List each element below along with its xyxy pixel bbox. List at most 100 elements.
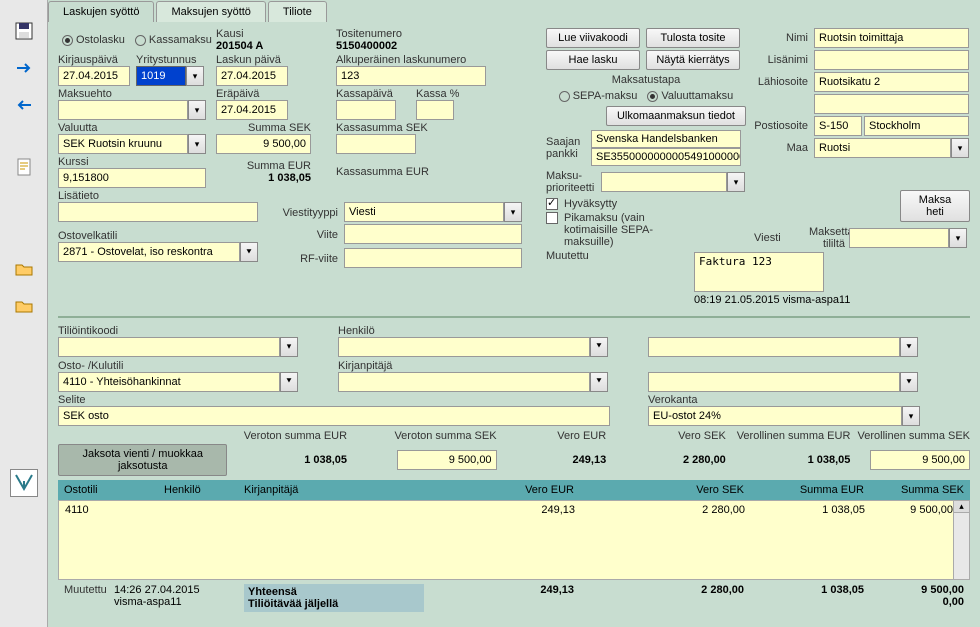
radio-sepa[interactable]: SEPA-maksu — [559, 90, 638, 102]
radio-kassamaksu-label: Kassamaksu — [149, 34, 212, 46]
lahiosoite2-input[interactable] — [814, 94, 969, 114]
maksuehto-label: Maksuehto — [58, 88, 112, 100]
maa-label: Maa — [787, 142, 808, 154]
kassapaiva-input[interactable] — [336, 100, 396, 120]
ostokulutili-input[interactable] — [58, 372, 280, 392]
verollinen-sek-input[interactable] — [870, 450, 970, 470]
viestityyppi-label: Viestityyppi — [283, 207, 338, 219]
sepa-label: SEPA-maksu — [573, 90, 638, 102]
table-row[interactable]: 4110 249,13 2 280,00 1 038,05 9 500,00 — [59, 501, 969, 519]
extra2-input[interactable] — [648, 372, 900, 392]
viestityyppi-dropdown-button[interactable]: ▾ — [504, 202, 522, 222]
tab-maksujen-syotto[interactable]: Maksujen syöttö — [156, 1, 265, 22]
gr-vero-eur: 249,13 — [425, 504, 575, 516]
yritystunnus-lookup-button[interactable]: ▾ — [186, 66, 204, 86]
kirjauspaiva-input[interactable] — [58, 66, 130, 86]
ostokulutili-dropdown-button[interactable]: ⯆ — [280, 372, 298, 392]
viite-input[interactable] — [344, 224, 522, 244]
maksuprioriteetti-input[interactable] — [601, 172, 727, 192]
lue-viivakoodi-button[interactable]: Lue viivakoodi — [546, 28, 640, 48]
viesti-textarea[interactable]: Faktura 123 — [694, 252, 824, 292]
arrow-left-icon[interactable] — [13, 94, 35, 116]
radio-ostolasku-label: Ostolasku — [76, 34, 125, 46]
kirjanpitaja-input[interactable] — [338, 372, 590, 392]
radio-valuuttamaksu[interactable]: Valuuttamaksu — [647, 90, 733, 102]
tiliointikoodi-input[interactable] — [58, 337, 280, 357]
maa-input[interactable] — [814, 138, 951, 158]
nayta-kierratys-button[interactable]: Näytä kierrätys — [646, 50, 740, 70]
selite-input[interactable] — [58, 406, 610, 426]
grid-scrollbar[interactable] — [953, 501, 969, 579]
verokanta-input[interactable] — [648, 406, 902, 426]
tiliointikoodi-dropdown-button[interactable]: ▾ — [280, 337, 298, 357]
alkuperainen-input[interactable] — [336, 66, 486, 86]
lisatieto-input[interactable] — [58, 202, 258, 222]
folder-icon[interactable] — [13, 295, 35, 317]
footer-yhteensa-label: Yhteensä — [248, 586, 420, 598]
extra1-dropdown-button[interactable]: ⯆ — [900, 337, 918, 357]
kassapct-input[interactable] — [416, 100, 454, 120]
kausi-label: Kausi — [216, 28, 244, 40]
maksatustapa-label: Maksatustapa — [612, 74, 680, 86]
lisanimi-input[interactable] — [814, 50, 969, 70]
vero-eur-value: 249,13 — [497, 454, 607, 466]
ulkomaanmaksun-tiedot-button[interactable]: Ulkomaanmaksun tiedot — [606, 106, 746, 126]
hyvaksytty-checkbox[interactable] — [546, 198, 558, 210]
ostovelkatili-dropdown-button[interactable]: ⯆ — [240, 242, 258, 262]
pankki2-value: SE3550000000005491000000 — [591, 148, 741, 166]
tulosta-tosite-button[interactable]: Tulosta tosite — [646, 28, 740, 48]
tab-tiliote[interactable]: Tiliote — [268, 1, 327, 22]
kassasumma-sek-input[interactable] — [336, 134, 416, 154]
rfviite-input[interactable] — [344, 248, 522, 268]
radio-kassamaksu[interactable]: Kassamaksu — [135, 34, 212, 46]
maa-dropdown-button[interactable]: ▾ — [951, 138, 969, 158]
kurssi-label: Kurssi — [58, 156, 89, 168]
postiosoite1-input[interactable] — [814, 116, 862, 136]
arrow-right-icon[interactable] — [13, 57, 35, 79]
extra2-dropdown-button[interactable]: ⯆ — [900, 372, 918, 392]
tab-laskujen-syotto[interactable]: Laskujen syöttö — [48, 1, 154, 22]
henkilo-dropdown-button[interactable]: ⯆ — [590, 337, 608, 357]
kirjanpitaja-dropdown-button[interactable]: ⯆ — [590, 372, 608, 392]
document-icon[interactable] — [13, 156, 35, 178]
summa-sek-input[interactable] — [216, 134, 311, 154]
maksettava-input[interactable] — [849, 228, 949, 248]
jaksota-button[interactable]: Jaksota vienti / muokkaa jaksotusta — [58, 444, 227, 476]
maksuehto-dropdown-button[interactable]: ▾ — [188, 100, 206, 120]
maksuehto-input[interactable] — [58, 100, 188, 120]
viestityyppi-input[interactable] — [344, 202, 504, 222]
maksettava-dropdown-button[interactable]: ▾ — [949, 228, 967, 248]
pikamaksu-checkbox[interactable] — [546, 212, 558, 224]
erapaiva-input[interactable] — [216, 100, 288, 120]
footer-v2: 2 280,00 — [574, 584, 744, 612]
lahiosoite-input[interactable] — [814, 72, 969, 92]
radio-ostolasku[interactable]: Ostolasku — [62, 34, 125, 46]
folder-open-icon[interactable] — [13, 258, 35, 280]
hae-lasku-button[interactable]: Hae lasku — [546, 50, 640, 70]
nimi-input[interactable] — [814, 28, 969, 48]
kirjanpitaja-label: Kirjanpitäjä — [338, 360, 392, 372]
lisatieto-label: Lisätieto — [58, 190, 99, 202]
footer-muutettu-label: Muutettu — [64, 584, 107, 596]
kurssi-input[interactable] — [58, 168, 206, 188]
logo-icon — [10, 469, 38, 497]
maksa-heti-button[interactable]: Maksa heti — [900, 190, 970, 222]
verokanta-dropdown-button[interactable]: ▾ — [902, 406, 920, 426]
veroton-eur-header: Veroton summa EUR — [244, 430, 347, 442]
extra1-input[interactable] — [648, 337, 900, 357]
valuutta-dropdown-button[interactable]: ▾ — [188, 134, 206, 154]
ostovelkatili-input[interactable] — [58, 242, 240, 262]
maksuprioriteetti-dropdown-button[interactable]: ▾ — [727, 172, 745, 192]
veroton-sek-input[interactable] — [397, 450, 497, 470]
summa-sek-label: Summa SEK — [216, 122, 311, 134]
maksuprioriteetti-label: Maksu-prioriteetti — [546, 170, 594, 194]
postiosoite2-input[interactable] — [864, 116, 969, 136]
tab-bar: Laskujen syöttö Maksujen syöttö Tiliote — [48, 0, 980, 22]
tiliointikoodi-label: Tiliöintikoodi — [58, 325, 118, 337]
gh-summa-eur: Summa EUR — [744, 484, 864, 496]
henkilo-input[interactable] — [338, 337, 590, 357]
valuutta-input[interactable] — [58, 134, 188, 154]
yritystunnus-input[interactable] — [136, 66, 186, 86]
save-icon[interactable] — [13, 20, 35, 42]
laskunpaiva-input[interactable] — [216, 66, 288, 86]
